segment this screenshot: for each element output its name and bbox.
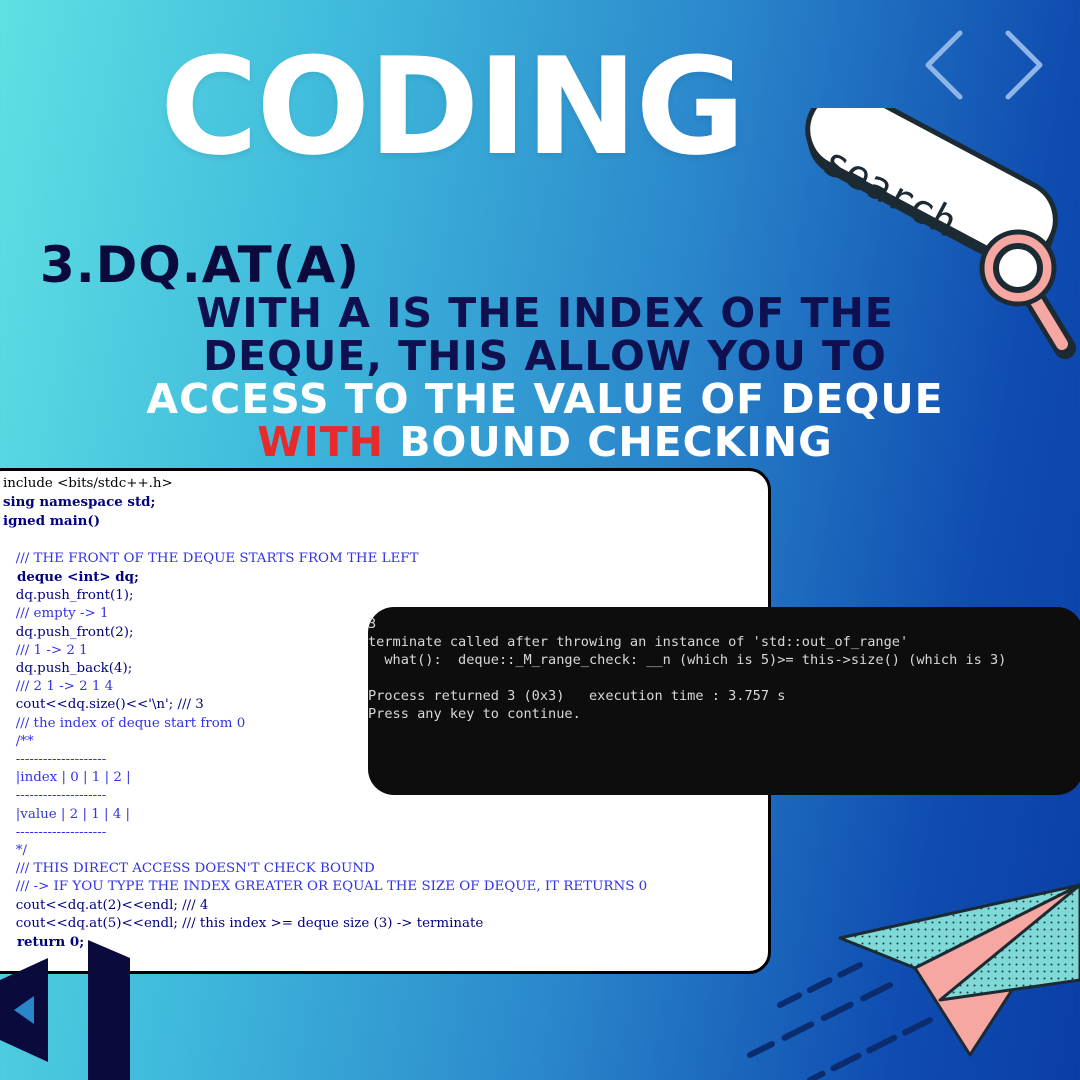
code-line: include <bits/stdc++.h> xyxy=(3,476,173,491)
code-line: cout<<dq.size()<<'\n'; /// 3 xyxy=(3,697,204,713)
code-line: igned main() xyxy=(3,513,101,530)
console-line: what(): deque::_M_range_check: __n (whic… xyxy=(368,652,1007,668)
description-highlight: WITH xyxy=(257,418,384,466)
code-line: dq.push_front(1); xyxy=(3,588,134,604)
code-line: /// THIS DIRECT ACCESS DOESN'T CHECK BOU… xyxy=(3,861,375,877)
console-line: Press any key to continue. xyxy=(368,706,581,722)
code-line: -------------------- xyxy=(3,788,107,804)
console-line: Process returned 3 (0x3) execution time … xyxy=(368,688,786,704)
code-line: |value | 2 | 1 | 4 | xyxy=(3,806,131,822)
section-heading: 3.DQ.AT(A) xyxy=(40,236,361,294)
console-line: 3 xyxy=(368,616,377,632)
code-line: /// empty -> 1 xyxy=(3,606,109,622)
description-part-2: ACCESS TO THE VALUE OF DEQUE xyxy=(146,375,944,423)
magnifier-icon xyxy=(979,229,1076,359)
page-title: CODING xyxy=(160,29,745,185)
code-line: dq.push_front(2); xyxy=(3,624,134,640)
paper-plane-icon xyxy=(747,883,1080,1080)
code-line: -------------------- xyxy=(3,824,107,840)
description-part-1: WITH A IS THE INDEX OF THE DEQUE, THIS A… xyxy=(196,289,894,380)
code-line: /// -> IF YOU TYPE THE INDEX GREATER OR … xyxy=(3,879,648,895)
code-line: */ xyxy=(3,843,27,859)
chevron-left-right-icon xyxy=(925,30,1043,100)
description: WITH A IS THE INDEX OF THE DEQUE, THIS A… xyxy=(110,292,980,464)
code-line: /// THE FRONT OF THE DEQUE STARTS FROM T… xyxy=(3,550,419,566)
code-line: /// the index of deque start from 0 xyxy=(3,715,246,731)
code-line: -------------------- xyxy=(3,752,107,768)
code-line: /// 1 -> 2 1 xyxy=(3,642,88,658)
code-line: dq.push_back(4); xyxy=(3,661,133,677)
code-line: /// 2 1 -> 2 1 4 xyxy=(3,679,114,695)
code-line: deque <int> dq; xyxy=(3,569,139,586)
console-line: terminate called after throwing an insta… xyxy=(368,634,909,650)
code-line: cout<<dq.at(2)<<endl; /// 4 xyxy=(3,897,209,913)
code-line: |index | 0 | 1 | 2 | xyxy=(3,770,131,786)
console-text: 3 terminate called after throwing an ins… xyxy=(368,607,1080,723)
console-output-window: 3 terminate called after throwing an ins… xyxy=(368,607,1080,795)
visual-studio-logo-icon xyxy=(0,940,130,1080)
description-part-4: BOUND CHECKING xyxy=(383,418,833,466)
code-line: /** xyxy=(3,733,34,749)
code-line: sing namespace std; xyxy=(3,494,156,511)
code-line: cout<<dq.at(5)<<endl; /// this index >= … xyxy=(3,915,484,931)
